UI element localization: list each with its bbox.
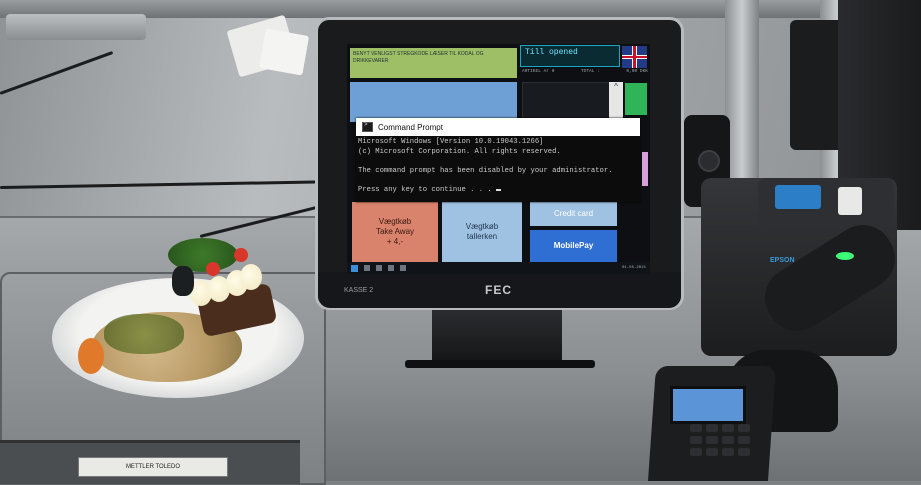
keypad-key[interactable] — [706, 424, 718, 432]
tomato — [206, 262, 220, 276]
monitor-stand — [432, 310, 562, 364]
windows-taskbar: 01-05-2021 — [347, 262, 650, 274]
keypad-key[interactable] — [738, 436, 750, 444]
cmd-line — [358, 157, 640, 167]
cmd-line — [358, 176, 640, 186]
printer-feed-button[interactable] — [838, 187, 862, 215]
tallerken-line-2: tallerken — [466, 232, 498, 241]
printer-brand: EPSON — [770, 257, 795, 264]
text-cursor — [496, 188, 502, 191]
keypad-key[interactable] — [690, 436, 702, 444]
green-action-button[interactable] — [625, 83, 647, 115]
app-icon[interactable] — [400, 265, 406, 271]
cmd-output: Microsoft Windows [Version 10.0.19043.12… — [358, 138, 640, 196]
keypad-key[interactable] — [690, 448, 702, 456]
keypad-key[interactable] — [722, 436, 734, 444]
receipt-paper-2 — [258, 28, 310, 76]
card-terminal-keypad — [690, 424, 754, 456]
cmd-line-last: Press any key to continue . . . — [358, 186, 640, 196]
scanner-led — [836, 252, 854, 260]
keypad-key[interactable] — [706, 448, 718, 456]
cmd-icon — [362, 121, 373, 132]
register-label: KASSE 2 — [344, 287, 374, 294]
uk-flag-icon[interactable] — [622, 46, 647, 68]
total-label: TOTAL : — [580, 69, 600, 74]
keypad-key[interactable] — [722, 448, 734, 456]
scale-brand-label: METTLER TOLEDO — [78, 457, 228, 477]
product-panel[interactable] — [350, 82, 517, 122]
takeaway-line-2: Take Away — [375, 227, 415, 236]
keypad-key[interactable] — [706, 436, 718, 444]
keypad-key[interactable] — [738, 424, 750, 432]
keypad-key[interactable] — [690, 424, 702, 432]
credit-card-button[interactable]: Credit card — [530, 202, 617, 226]
takeaway-weight-button[interactable]: Vægtkøb Take Away + 4,- — [352, 202, 438, 262]
monitor-brand: FEC — [485, 283, 512, 297]
green-beans — [104, 314, 184, 354]
card-terminal-screen — [670, 386, 746, 424]
scroll-up-button[interactable]: ^ — [609, 82, 623, 122]
monitor-stand-base — [405, 360, 595, 368]
pink-action-button[interactable] — [642, 152, 648, 186]
printer-sticker — [775, 185, 821, 209]
egg-slice-4 — [240, 264, 262, 290]
explorer-icon[interactable] — [388, 265, 394, 271]
pos-totals: ARTIKEL Ar 0 TOTAL : 0,00 DKK — [522, 69, 648, 79]
pos-banner: BENYT VENLIGST STREGKODE LÆSER TIL KODAL… — [350, 48, 517, 78]
cmd-line: (c) Microsoft Corporation. All rights re… — [358, 147, 561, 156]
takeaway-line-1: Vægtkøb — [378, 217, 412, 226]
till-status: Till opened — [520, 45, 620, 67]
keypad-key[interactable] — [722, 424, 734, 432]
taskbar-clock: 01-05-2021 — [621, 266, 646, 270]
plate-weight-button[interactable]: Vægtkøb tallerken — [442, 202, 522, 262]
takeaway-line-3: + 4,- — [386, 237, 404, 246]
cmd-line: Microsoft Windows [Version 10.0.19043.12… — [358, 138, 544, 146]
windows-start-icon[interactable] — [351, 264, 358, 272]
mobilepay-button[interactable]: MobilePay — [530, 230, 617, 262]
carrot — [78, 338, 104, 374]
shelf-appliance — [6, 14, 146, 40]
tallerken-line-1: Vægtkøb — [465, 222, 499, 231]
cmd-line: The command prompt has been disabled by … — [358, 166, 613, 175]
cmd-titlebar[interactable]: Command Prompt — [356, 118, 640, 136]
camera-lens — [698, 150, 720, 172]
tomato-2 — [234, 248, 248, 262]
total-value: 0,00 DKK — [626, 69, 648, 74]
cmd-prompt-text: Press any key to continue . . . — [358, 185, 497, 194]
caviar — [172, 266, 194, 296]
search-icon[interactable] — [364, 265, 370, 271]
cmd-title: Command Prompt — [378, 122, 443, 132]
keypad-key[interactable] — [738, 448, 750, 456]
article-count: ARTIKEL Ar 0 — [522, 69, 555, 74]
task-view-icon[interactable] — [376, 265, 382, 271]
